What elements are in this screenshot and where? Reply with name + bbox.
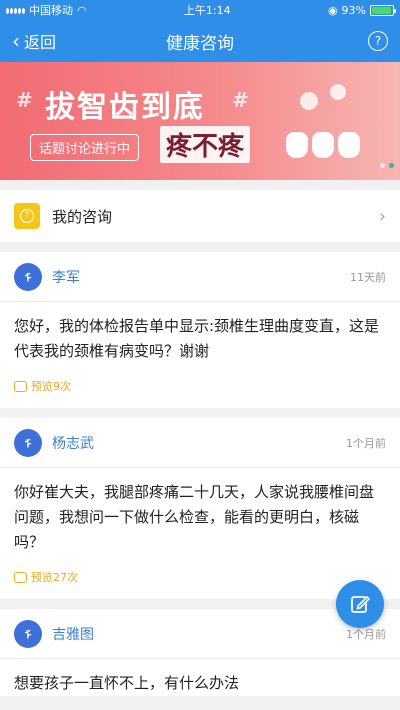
post-card[interactable]: ᠮ 吉雅图 1个月前 想要孩子一直怀不上，有什么办法 bbox=[0, 609, 400, 696]
page-title: 健康咨询 bbox=[166, 33, 234, 54]
post-card[interactable]: ᠮ 李军 11天前 您好，我的体检报告单中显示:颈椎生理曲度变直，这是代表我的颈… bbox=[0, 252, 400, 408]
my-consult-label: 我的咨询 bbox=[52, 207, 113, 226]
view-count: 预览27次 bbox=[31, 571, 78, 584]
user-name[interactable]: 李军 bbox=[52, 267, 350, 287]
question-icon: ? bbox=[14, 203, 40, 229]
post-text: 您好，我的体检报告单中显示:颈椎生理曲度变直，这是代表我的颈椎有病变吗？谢谢 bbox=[14, 317, 380, 360]
teeth-illustration-icon bbox=[286, 132, 360, 158]
back-button[interactable]: ‹ 返回 bbox=[12, 20, 56, 62]
signal-icon bbox=[6, 6, 25, 14]
help-icon[interactable]: ? bbox=[368, 31, 388, 51]
navigation-bar: ‹ 返回 健康咨询 ? bbox=[0, 20, 400, 62]
battery-icon bbox=[370, 4, 396, 16]
back-label: 返回 bbox=[24, 33, 57, 52]
carrier-label: 中国移动 bbox=[29, 4, 73, 17]
promo-banner[interactable]: # 拔智齿到底 # 话题讨论进行中 疼不疼 bbox=[0, 62, 400, 180]
avatar[interactable]: ᠮ bbox=[14, 428, 42, 457]
chevron-left-icon: ‹ bbox=[12, 29, 20, 53]
avatar[interactable]: ᠮ bbox=[14, 619, 42, 648]
wifi-icon: ◠ bbox=[77, 3, 87, 17]
banner-title: 拔智齿到底 bbox=[45, 90, 205, 125]
user-name[interactable]: 吉雅图 bbox=[52, 624, 346, 644]
my-consult-row[interactable]: ? 我的咨询 › bbox=[0, 190, 400, 242]
carousel-indicator[interactable] bbox=[380, 163, 394, 168]
hash-decoration-icon: # bbox=[232, 88, 249, 112]
compose-button[interactable] bbox=[336, 580, 384, 628]
status-bar: 中国移动 ◠ 上午1:14 ◉ 93% bbox=[0, 0, 400, 20]
view-count-icon bbox=[14, 571, 27, 583]
chevron-right-icon: › bbox=[378, 205, 386, 227]
fairy-illustration-icon bbox=[330, 84, 346, 100]
top-bar: 中国移动 ◠ 上午1:14 ◉ 93% ‹ 返回 健康咨询 ? bbox=[0, 0, 400, 62]
post-text: 你好崔大夫，我腿部疼痛二十几天，人家说我腰椎间盘问题，我想问一下做什么检查，能看… bbox=[14, 483, 375, 551]
status-time: 上午1:14 bbox=[183, 4, 231, 17]
post-card[interactable]: ᠮ 杨志武 1个月前 你好崔大夫，我腿部疼痛二十几天，人家说我腰椎间盘问题，我想… bbox=[0, 418, 400, 599]
banner-subtitle: 疼不疼 bbox=[160, 126, 251, 163]
banner-tag: 话题讨论进行中 bbox=[30, 134, 140, 161]
post-text: 想要孩子一直怀不上，有什么办法 bbox=[14, 674, 240, 692]
user-name[interactable]: 杨志武 bbox=[52, 433, 346, 453]
avatar[interactable]: ᠮ bbox=[14, 262, 42, 291]
post-time: 1个月前 bbox=[346, 436, 386, 450]
orientation-lock-icon: ◉ bbox=[327, 3, 338, 17]
battery-percent: 93% bbox=[341, 3, 366, 17]
post-time: 1个月前 bbox=[346, 627, 386, 641]
post-time: 11天前 bbox=[350, 270, 386, 284]
edit-icon bbox=[351, 595, 371, 613]
view-count: 预览9次 bbox=[31, 380, 71, 393]
fairy-illustration-icon bbox=[300, 92, 318, 110]
view-count-icon bbox=[14, 380, 27, 392]
hash-decoration-icon: # bbox=[16, 88, 33, 112]
